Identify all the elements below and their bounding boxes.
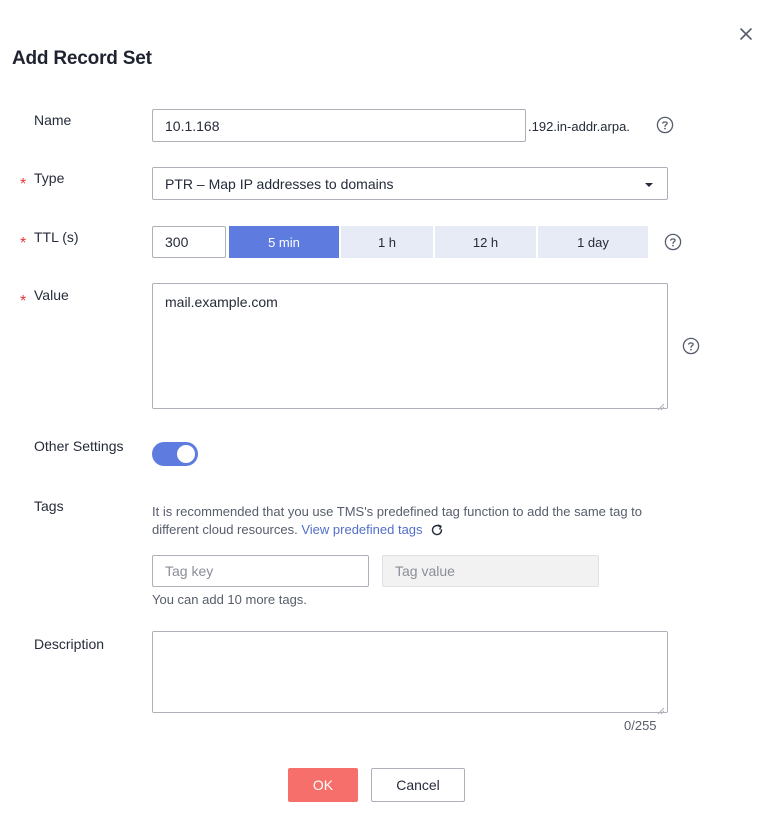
ttl-option-12h[interactable]: 12 h — [435, 226, 536, 258]
ttl-option-1h[interactable]: 1 h — [341, 226, 433, 258]
ok-button[interactable]: OK — [288, 768, 358, 802]
tag-value-input[interactable]: Tag value — [382, 555, 599, 587]
name-input[interactable]: 10.1.168 — [152, 109, 526, 142]
resize-handle-icon[interactable] — [657, 398, 665, 411]
other-settings-label: Other Settings — [34, 438, 124, 454]
tags-hint: It is recommended that you use TMS's pre… — [152, 503, 672, 542]
description-label: Description — [34, 636, 105, 652]
type-select[interactable]: PTR – Map IP addresses to domains — [152, 167, 668, 200]
value-label: Value — [34, 287, 69, 303]
required-asterisk: * — [20, 235, 27, 252]
type-label: Type — [34, 170, 65, 186]
refresh-icon[interactable] — [430, 523, 444, 542]
cancel-button[interactable]: Cancel — [371, 768, 465, 802]
tags-remaining: You can add 10 more tags. — [152, 592, 307, 607]
value-text: mail.example.com — [165, 294, 278, 310]
help-circle-icon[interactable] — [656, 116, 674, 134]
ttl-input[interactable]: 300 — [152, 226, 226, 258]
ttl-label: TTL (s) — [34, 229, 79, 245]
toggle-knob — [177, 445, 195, 463]
name-suffix: .192.in-addr.arpa. — [528, 119, 630, 134]
ttl-option-1day[interactable]: 1 day — [538, 226, 648, 258]
caret-down-icon — [643, 176, 655, 192]
close-icon[interactable] — [736, 24, 756, 44]
name-label: Name — [34, 112, 72, 128]
description-counter: 0/255 — [624, 718, 657, 733]
add-record-set-dialog: Add Record Set Name 10.1.168 .192.in-add… — [0, 0, 766, 827]
dialog-title: Add Record Set — [12, 48, 152, 69]
value-textarea[interactable]: mail.example.com — [152, 283, 668, 411]
other-settings-toggle[interactable] — [152, 442, 198, 466]
tags-label: Tags — [34, 498, 64, 514]
resize-handle-icon[interactable] — [657, 702, 665, 715]
description-textarea[interactable] — [152, 631, 668, 715]
help-circle-icon[interactable] — [664, 233, 682, 251]
type-select-value: PTR – Map IP addresses to domains — [165, 175, 394, 192]
view-predefined-tags-link[interactable]: View predefined tags — [301, 522, 422, 537]
tag-key-input[interactable]: Tag key — [152, 555, 369, 587]
required-asterisk: * — [20, 176, 27, 193]
ttl-option-5min[interactable]: 5 min — [229, 226, 339, 258]
help-circle-icon[interactable] — [682, 337, 700, 355]
required-asterisk: * — [20, 293, 27, 310]
